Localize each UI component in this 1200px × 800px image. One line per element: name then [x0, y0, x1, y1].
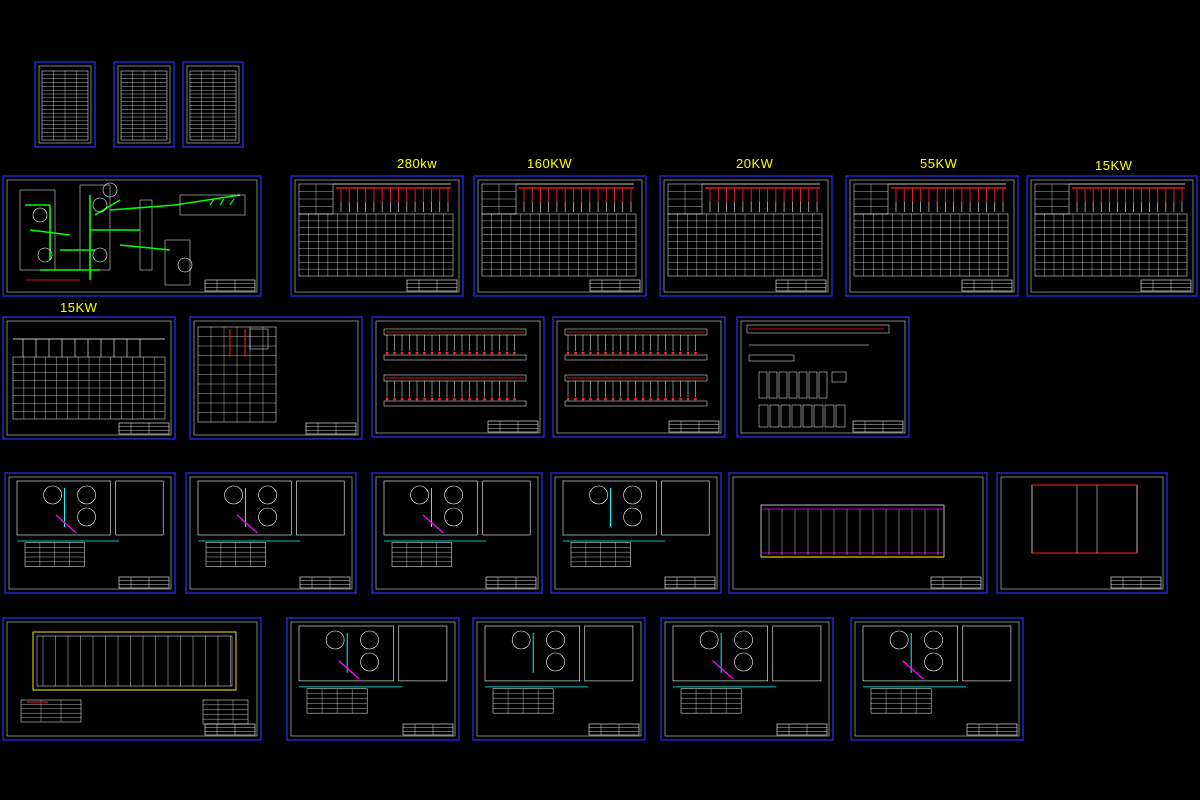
title-block: [305, 422, 357, 435]
title-block: [775, 279, 827, 292]
floor-plan-sheet-6: [472, 617, 646, 741]
title-block: [588, 723, 640, 736]
index-sheet-1: [34, 61, 96, 148]
title-block: [406, 279, 458, 292]
title-block: [664, 576, 716, 589]
label-15kw-left: 15KW: [60, 300, 98, 315]
floor-plan-sheet-5: [286, 617, 460, 741]
panel-layout-sheet: [736, 316, 910, 438]
single-line-sheet-4: [845, 175, 1019, 297]
single-line-sheet-2: [473, 175, 647, 297]
title-block: [1110, 576, 1162, 589]
label-280kw: 280kw: [397, 156, 438, 171]
floor-plan-sheet-3: [371, 472, 543, 594]
index-sheet-2: [113, 61, 175, 148]
terminal-sheet-1: [371, 316, 545, 438]
title-block: [852, 420, 904, 433]
floor-plan-sheet-4: [550, 472, 722, 594]
title-block: [485, 576, 537, 589]
title-block: [118, 422, 170, 435]
floor-plan-sheet-1: [4, 472, 176, 594]
title-block: [1140, 279, 1192, 292]
flow-piping: [19, 182, 246, 286]
single-line-sheet-1: [290, 175, 464, 297]
title-block: [961, 279, 1013, 292]
title-block: [966, 723, 1018, 736]
title-block: [204, 723, 256, 736]
terminal-sheet-2: [552, 316, 726, 438]
label-20kw: 20KW: [736, 156, 774, 171]
title-block: [299, 576, 351, 589]
grounding-sheet: [2, 617, 262, 741]
floor-plan-sheet-7: [660, 617, 834, 741]
single-line-sheet-3: [659, 175, 833, 297]
label-15kw-top: 15KW: [1095, 158, 1133, 173]
title-block: [487, 420, 539, 433]
process-flow-sheet: [2, 175, 262, 297]
single-line-sheet-5: [1026, 175, 1198, 297]
drawing-canvas: [2, 61, 1198, 741]
title-block: [668, 420, 720, 433]
title-block: [930, 576, 982, 589]
single-line-sheet-15kw: [2, 316, 176, 440]
title-block: [118, 576, 170, 589]
title-block: [204, 279, 256, 292]
title-block: [589, 279, 641, 292]
elevation-sheet: [728, 472, 988, 594]
room-plan-sheet: [996, 472, 1168, 594]
label-55kw: 55KW: [920, 156, 958, 171]
title-block: [776, 723, 828, 736]
title-block: [402, 723, 454, 736]
label-160kw: 160KW: [527, 156, 573, 171]
index-sheet-3: [182, 61, 244, 148]
floor-plan-sheet-2: [185, 472, 357, 594]
control-schematic-sheet: [189, 316, 363, 440]
floor-plan-sheet-8: [850, 617, 1024, 741]
